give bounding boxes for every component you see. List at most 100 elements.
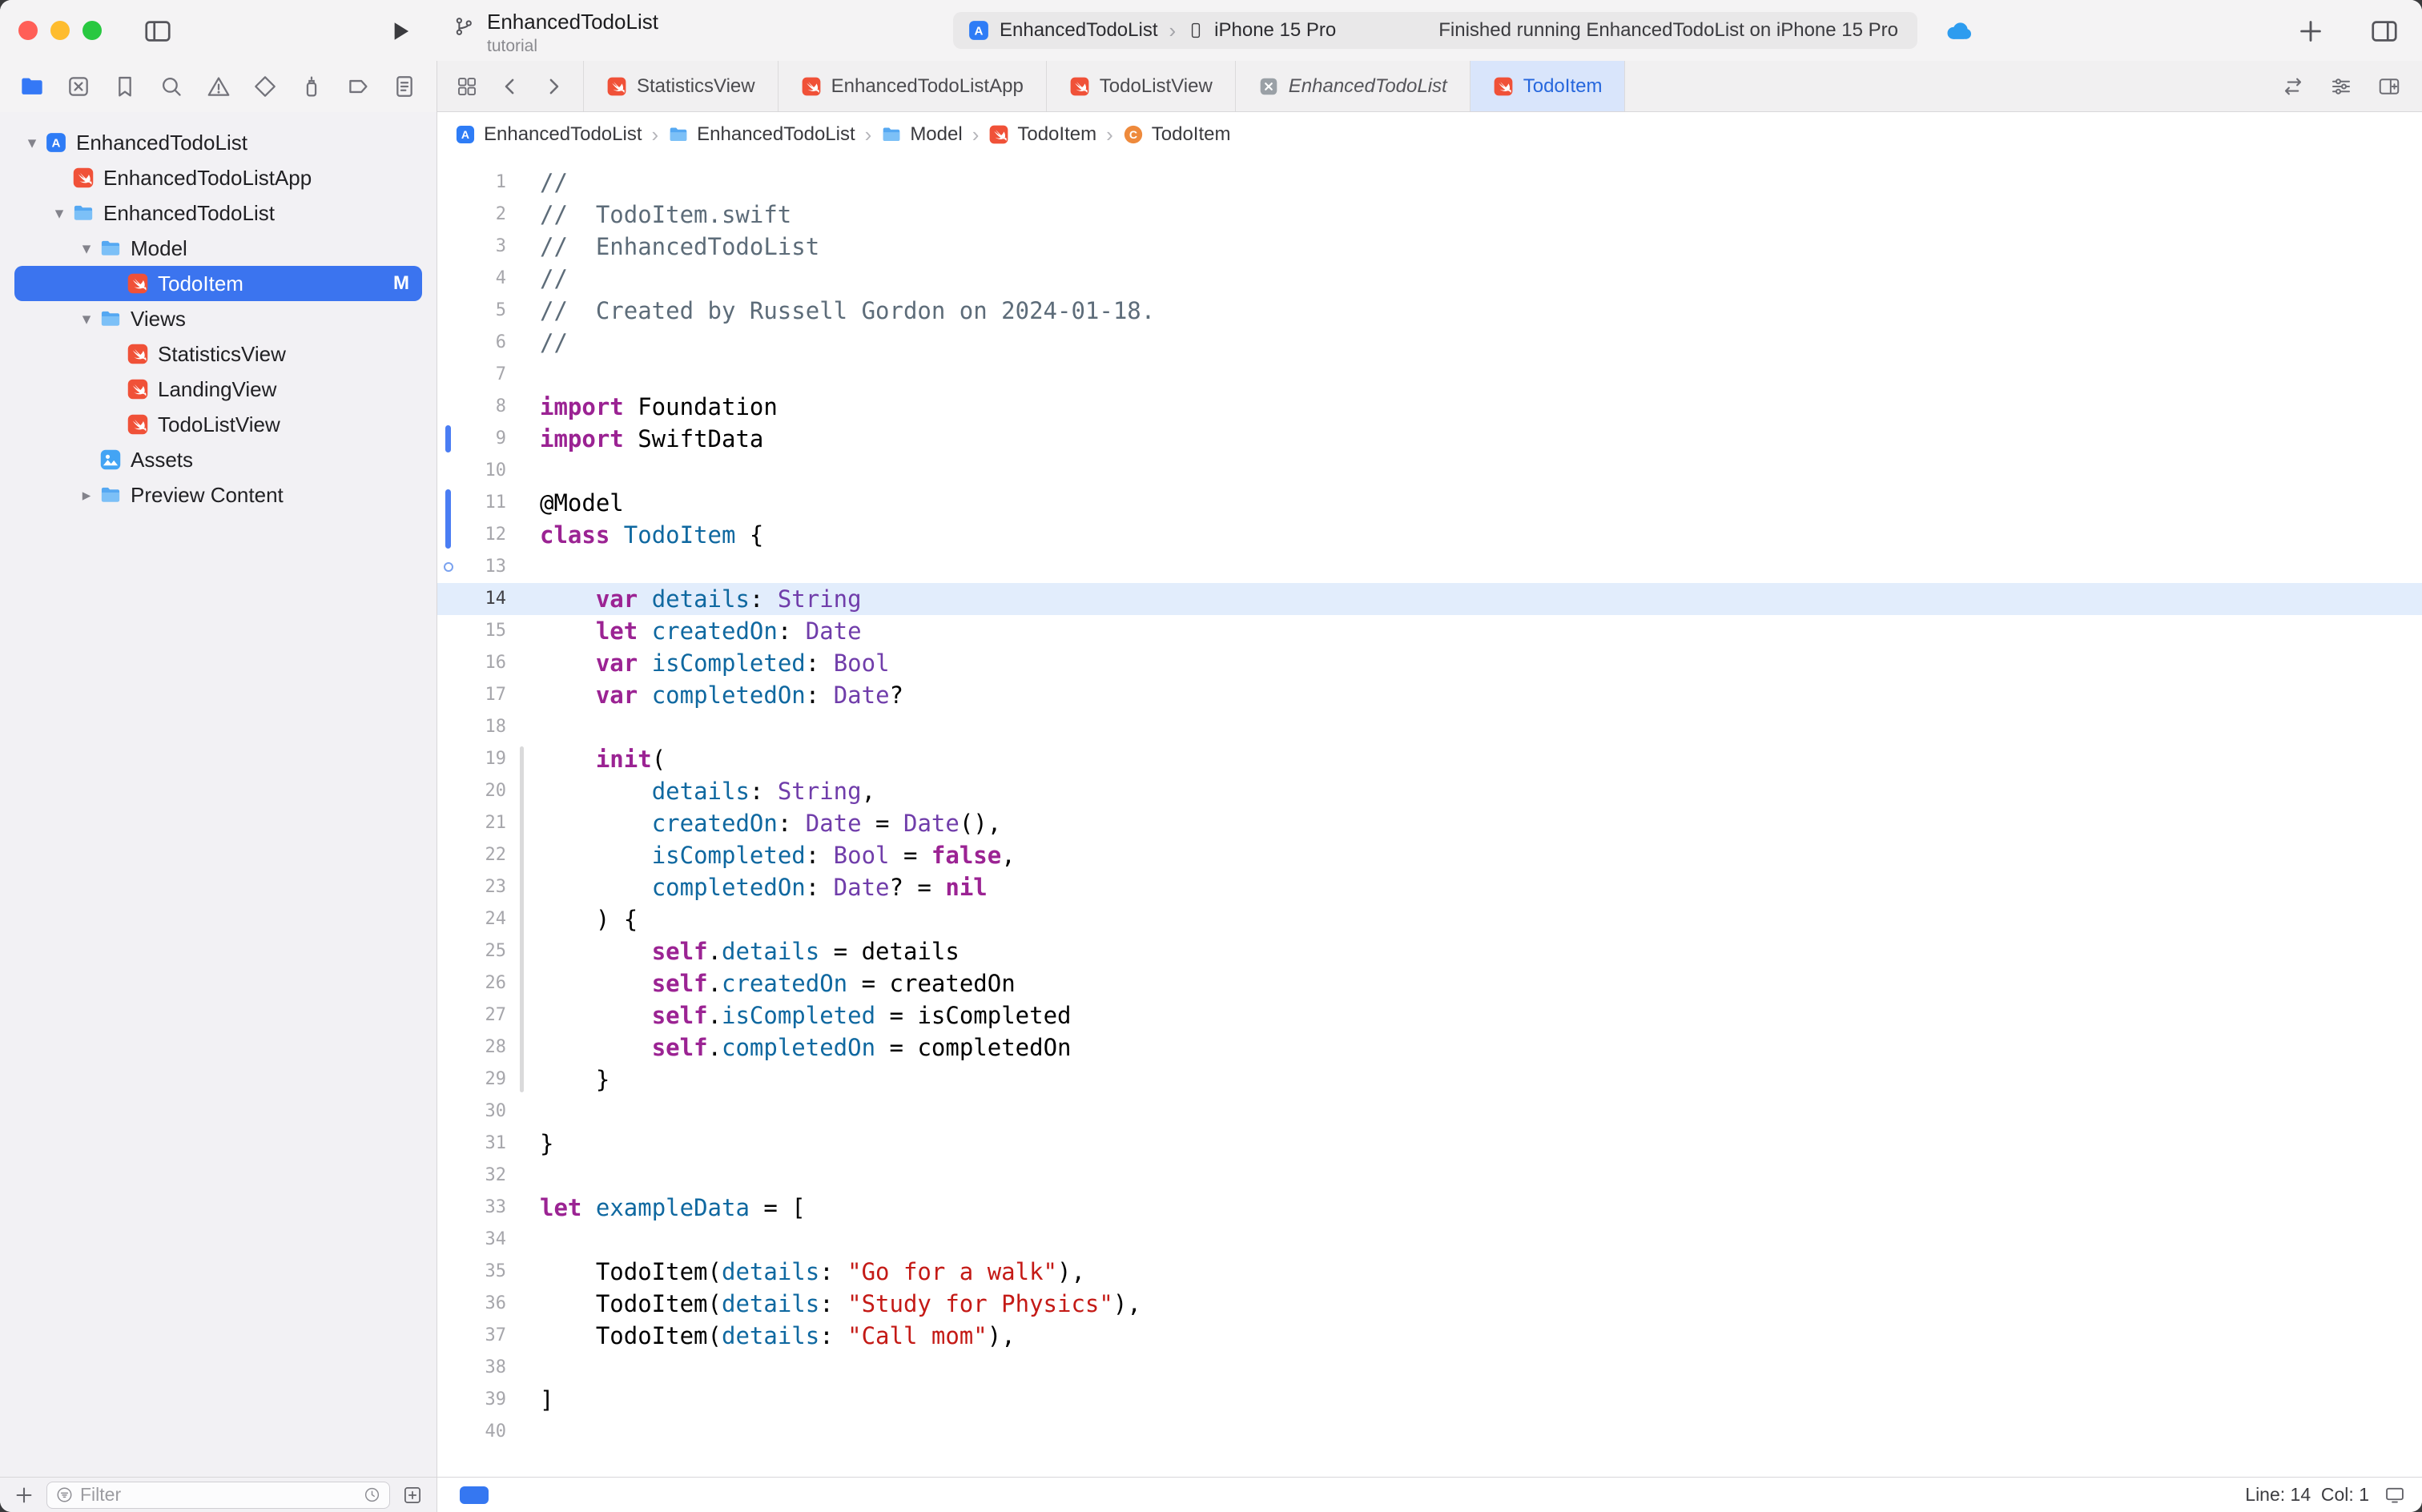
code-line[interactable]: 4// bbox=[437, 263, 2422, 295]
code-line[interactable]: 36 TodoItem(details: "Study for Physics"… bbox=[437, 1288, 2422, 1320]
tree-item-todoitem[interactable]: TodoItemM bbox=[14, 266, 422, 301]
code-line[interactable]: 8import Foundation bbox=[437, 391, 2422, 423]
line-number[interactable]: 7 bbox=[458, 359, 506, 391]
line-number[interactable]: 18 bbox=[458, 711, 506, 743]
code-line[interactable]: 10 bbox=[437, 455, 2422, 487]
line-number[interactable]: 32 bbox=[458, 1160, 506, 1192]
zoom-window-button[interactable] bbox=[82, 21, 102, 40]
navigator-toggle-button[interactable] bbox=[143, 16, 173, 46]
tab-enhancedtodolist[interactable]: EnhancedTodoList bbox=[1236, 61, 1470, 111]
code-line[interactable]: 9import SwiftData bbox=[437, 423, 2422, 455]
activity-view[interactable]: A EnhancedTodoList › iPhone 15 Pro Finis… bbox=[953, 12, 1917, 49]
breadcrumb-item[interactable]: TodoItem bbox=[988, 123, 1096, 146]
line-number[interactable]: 20 bbox=[458, 775, 506, 807]
code-line[interactable]: 37 TodoItem(details: "Call mom"), bbox=[437, 1320, 2422, 1352]
line-number[interactable]: 14 bbox=[458, 583, 506, 615]
code-line[interactable]: 27 self.isCompleted = isCompleted bbox=[437, 999, 2422, 1031]
line-number[interactable]: 22 bbox=[458, 839, 506, 871]
code-line[interactable]: 2// TodoItem.swift bbox=[437, 199, 2422, 231]
code-line[interactable]: 29 } bbox=[437, 1064, 2422, 1096]
related-items-icon[interactable] bbox=[455, 74, 479, 99]
code-line[interactable]: 35 TodoItem(details: "Go for a walk"), bbox=[437, 1256, 2422, 1288]
disclosure-chevron-icon[interactable]: ▾ bbox=[74, 309, 99, 329]
sourcecontrol-status-button[interactable] bbox=[401, 1484, 424, 1506]
line-number[interactable]: 11 bbox=[458, 487, 506, 519]
go-forward-icon[interactable] bbox=[541, 74, 565, 99]
line-number[interactable]: 23 bbox=[458, 871, 506, 903]
code-line[interactable]: 19 init( bbox=[437, 743, 2422, 775]
line-number[interactable]: 36 bbox=[458, 1288, 506, 1320]
line-number[interactable]: 12 bbox=[458, 519, 506, 551]
breakpoint-navigator-icon[interactable] bbox=[345, 74, 371, 99]
disclosure-chevron-icon[interactable]: ▸ bbox=[74, 485, 99, 505]
line-number[interactable]: 4 bbox=[458, 263, 506, 295]
line-number[interactable]: 13 bbox=[458, 551, 506, 583]
tree-item-statisticsview[interactable]: StatisticsView bbox=[14, 336, 422, 372]
tree-item-landingview[interactable]: LandingView bbox=[14, 372, 422, 407]
code-line[interactable]: 12class TodoItem { bbox=[437, 519, 2422, 551]
run-button[interactable] bbox=[384, 16, 415, 46]
code-line[interactable]: 11@Model bbox=[437, 487, 2422, 519]
code-editor[interactable]: 1//2// TodoItem.swift3// EnhancedTodoLis… bbox=[437, 157, 2422, 1477]
code-line[interactable]: 1// bbox=[437, 167, 2422, 199]
code-line[interactable]: 40 bbox=[437, 1416, 2422, 1448]
display-icon[interactable] bbox=[2384, 1484, 2406, 1506]
tree-item-assets[interactable]: Assets bbox=[14, 442, 422, 477]
minimize-window-button[interactable] bbox=[50, 21, 70, 40]
line-number[interactable]: 29 bbox=[458, 1064, 506, 1096]
debug-navigator-icon[interactable] bbox=[299, 74, 324, 99]
breadcrumb-item[interactable]: AEnhancedTodoList bbox=[455, 123, 642, 146]
breadcrumb-item[interactable]: Model bbox=[881, 123, 962, 146]
code-line[interactable]: 24 ) { bbox=[437, 903, 2422, 935]
test-navigator-icon[interactable] bbox=[252, 74, 278, 99]
tab-enhancedtodolistapp[interactable]: EnhancedTodoListApp bbox=[778, 61, 1047, 111]
line-number[interactable]: 38 bbox=[458, 1352, 506, 1384]
code-line[interactable]: 6// bbox=[437, 327, 2422, 359]
line-number[interactable]: 39 bbox=[458, 1384, 506, 1416]
line-number[interactable]: 19 bbox=[458, 743, 506, 775]
line-number[interactable]: 2 bbox=[458, 199, 506, 231]
line-number[interactable]: 16 bbox=[458, 647, 506, 679]
code-review-icon[interactable] bbox=[2281, 74, 2305, 99]
code-line[interactable]: 22 isCompleted: Bool = false, bbox=[437, 839, 2422, 871]
code-line[interactable]: 18 bbox=[437, 711, 2422, 743]
close-window-button[interactable] bbox=[18, 21, 38, 40]
tab-todolistview[interactable]: TodoListView bbox=[1047, 61, 1236, 111]
line-number[interactable]: 5 bbox=[458, 295, 506, 327]
line-number[interactable]: 34 bbox=[458, 1224, 506, 1256]
code-line[interactable]: 30 bbox=[437, 1096, 2422, 1128]
report-navigator-icon[interactable] bbox=[392, 74, 417, 99]
filter-input[interactable] bbox=[80, 1484, 356, 1506]
code-line[interactable]: 25 self.details = details bbox=[437, 935, 2422, 967]
code-line[interactable]: 32 bbox=[437, 1160, 2422, 1192]
run-destination[interactable]: iPhone 15 Pro bbox=[1214, 19, 1336, 42]
breadcrumb-item[interactable]: CTodoItem bbox=[1123, 123, 1231, 146]
editor-options-icon[interactable] bbox=[2329, 74, 2353, 99]
line-number[interactable]: 31 bbox=[458, 1128, 506, 1160]
code-line[interactable]: 3// EnhancedTodoList bbox=[437, 231, 2422, 263]
bookmark-navigator-icon[interactable] bbox=[112, 74, 138, 99]
line-number[interactable]: 25 bbox=[458, 935, 506, 967]
tab-todoitem[interactable]: TodoItem bbox=[1470, 61, 1626, 111]
line-number[interactable]: 28 bbox=[458, 1031, 506, 1064]
filter-field[interactable] bbox=[46, 1482, 390, 1509]
line-number[interactable]: 10 bbox=[458, 455, 506, 487]
tree-item-model[interactable]: ▾Model bbox=[14, 231, 422, 266]
code-line[interactable]: 23 completedOn: Date? = nil bbox=[437, 871, 2422, 903]
code-line[interactable]: 13 bbox=[437, 551, 2422, 583]
code-line[interactable]: 5// Created by Russell Gordon on 2024-01… bbox=[437, 295, 2422, 327]
code-line[interactable]: 21 createdOn: Date = Date(), bbox=[437, 807, 2422, 839]
code-line[interactable]: 16 var isCompleted: Bool bbox=[437, 647, 2422, 679]
line-number[interactable]: 40 bbox=[458, 1416, 506, 1448]
line-number[interactable]: 8 bbox=[458, 391, 506, 423]
line-number[interactable]: 37 bbox=[458, 1320, 506, 1352]
code-line[interactable]: 17 var completedOn: Date? bbox=[437, 679, 2422, 711]
code-line[interactable]: 38 bbox=[437, 1352, 2422, 1384]
tree-item-todolistview[interactable]: TodoListView bbox=[14, 407, 422, 442]
line-number[interactable]: 9 bbox=[458, 423, 506, 455]
code-line[interactable]: 26 self.createdOn = createdOn bbox=[437, 967, 2422, 999]
code-line[interactable]: 39] bbox=[437, 1384, 2422, 1416]
line-number[interactable]: 15 bbox=[458, 615, 506, 647]
source-control-navigator-icon[interactable] bbox=[66, 74, 91, 99]
tree-item-enhancedtodolist[interactable]: ▾AEnhancedTodoList bbox=[14, 125, 422, 160]
